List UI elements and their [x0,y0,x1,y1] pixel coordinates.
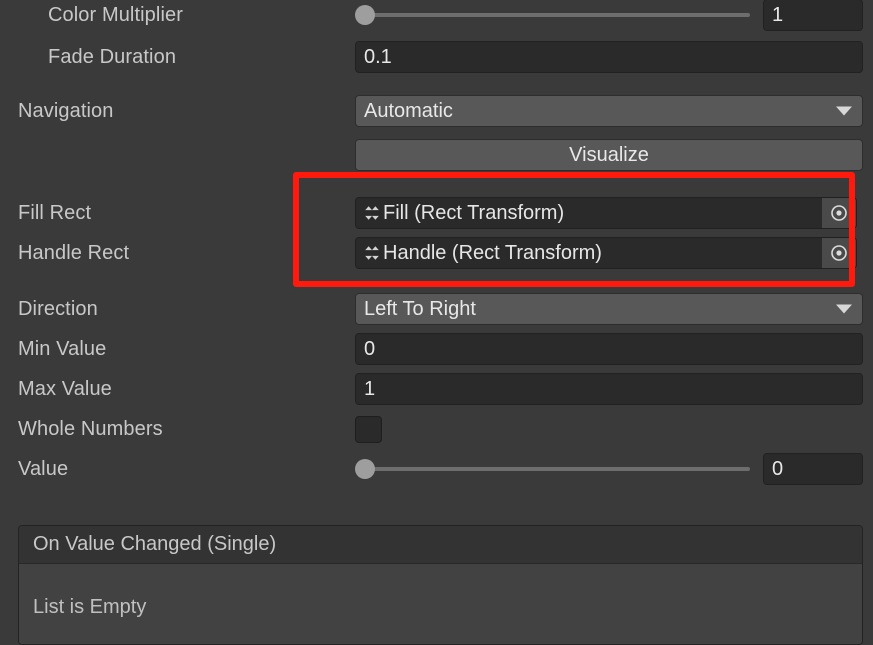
fill-rect-object-field[interactable]: Fill (Rect Transform) [355,197,857,229]
min-value-text: 0 [364,337,376,360]
fade-duration-value: 0.1 [364,45,392,68]
property-label-navigation: Navigation [18,99,114,122]
color-multiplier-slider[interactable]: 1 [355,0,863,31]
property-row-fill-rect: Fill Rect Fill (Rect Transform) [0,197,873,229]
fade-duration-input[interactable]: 0.1 [355,41,863,73]
property-label-color-multiplier: Color Multiplier [48,3,183,26]
field-area-navigation: Automatic [355,95,863,127]
slider-knob[interactable] [355,5,375,25]
chevron-down-icon [836,304,852,314]
property-row-handle-rect: Handle Rect Handle (Rect Transform) [0,237,873,269]
on-value-changed-body[interactable]: List is Empty [19,564,862,644]
color-multiplier-value: 1 [772,3,784,26]
property-label-max-value: Max Value [18,377,112,400]
on-value-changed-header: On Value Changed (Single) [19,526,862,564]
navigation-dropdown[interactable]: Automatic [355,95,863,127]
event-list-empty-text: List is Empty [33,596,147,618]
property-row-navigation: Navigation Automatic [0,95,873,127]
property-label-handle-rect: Handle Rect [18,241,130,264]
rect-transform-icon [365,206,379,220]
direction-value: Left To Right [364,297,476,320]
visualize-button[interactable]: Visualize [355,139,863,171]
unity-inspector-slider-component: Color Multiplier 1 Fade Duration 0.1 Nav… [0,0,873,645]
field-area-value: 0 [355,453,863,485]
property-label-fill-rect: Fill Rect [18,201,92,224]
property-label-min-value: Min Value [18,337,107,360]
field-area-whole-numbers [355,415,863,443]
slider-knob[interactable] [355,459,375,479]
direction-dropdown[interactable]: Left To Right [355,293,863,325]
on-value-changed-panel: On Value Changed (Single) List is Empty [18,525,863,645]
slider-track[interactable] [365,13,750,17]
property-row-fade-duration: Fade Duration 0.1 [0,41,873,73]
field-area-fill-rect: Fill (Rect Transform) [355,197,863,229]
handle-rect-object-name: Handle (Rect Transform) [383,241,602,264]
navigation-value: Automatic [364,99,453,122]
value-slider[interactable]: 0 [355,453,863,485]
slider-track[interactable] [365,467,750,471]
annotation-highlight-rect [293,172,855,287]
chevron-down-icon [836,106,852,116]
handle-rect-object-picker[interactable] [822,238,856,268]
property-row-value: Value 0 [0,453,873,485]
property-label-value: Value [18,457,69,480]
min-value-input[interactable]: 0 [355,333,863,365]
fill-rect-object-name: Fill (Rect Transform) [383,201,565,224]
field-area-handle-rect: Handle (Rect Transform) [355,237,863,269]
field-area-color-multiplier: 1 [355,0,863,31]
value-number-field[interactable]: 0 [763,453,863,485]
value-number-text: 0 [772,457,784,480]
object-picker-icon [831,205,847,221]
property-row-whole-numbers: Whole Numbers [0,413,873,445]
object-picker-icon [831,245,847,261]
max-value-input[interactable]: 1 [355,373,863,405]
field-area-fade-duration: 0.1 [355,41,863,73]
property-label-direction: Direction [18,297,98,320]
whole-numbers-checkbox[interactable] [355,415,382,443]
property-row-direction: Direction Left To Right [0,293,873,325]
fill-rect-object-picker[interactable] [822,198,856,228]
property-row-max-value: Max Value 1 [0,373,873,405]
property-row-visualize: Visualize [0,139,873,171]
rect-transform-icon [365,246,379,260]
handle-rect-object-field[interactable]: Handle (Rect Transform) [355,237,857,269]
property-label-fade-duration: Fade Duration [48,45,177,68]
field-area-visualize: Visualize [355,139,863,171]
color-multiplier-value-field[interactable]: 1 [763,0,863,31]
property-row-color-multiplier: Color Multiplier 1 [0,0,873,31]
visualize-button-label: Visualize [569,143,649,166]
field-area-max-value: 1 [355,373,863,405]
field-area-min-value: 0 [355,333,863,365]
property-label-whole-numbers: Whole Numbers [18,417,163,440]
field-area-direction: Left To Right [355,293,863,325]
property-row-min-value: Min Value 0 [0,333,873,365]
max-value-text: 1 [364,377,376,400]
